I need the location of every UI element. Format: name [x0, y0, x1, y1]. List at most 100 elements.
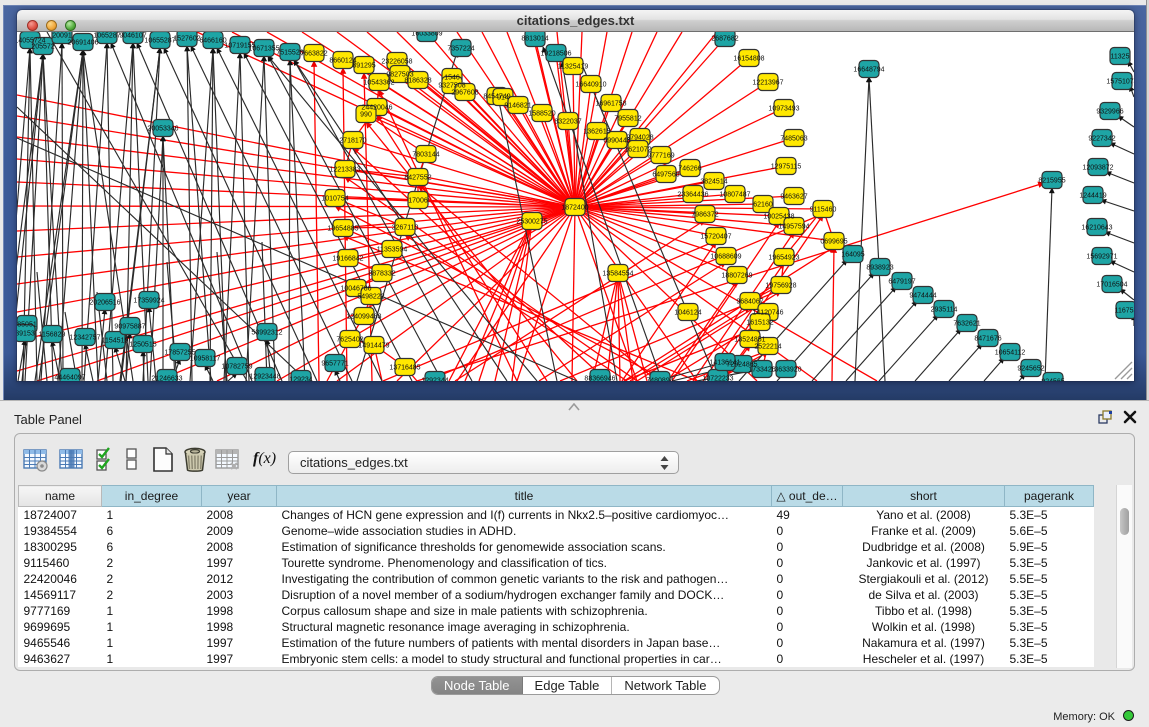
svg-text:12342757: 12342757 — [69, 335, 100, 342]
svg-text:891295: 891295 — [352, 63, 375, 70]
svg-text:914: 914 — [497, 95, 509, 102]
svg-text:2935114: 2935114 — [931, 307, 958, 314]
svg-text:8878332: 8878332 — [368, 271, 395, 278]
svg-text:20206516: 20206516 — [89, 300, 120, 307]
svg-text:6466160: 6466160 — [199, 38, 226, 45]
svg-text:990: 990 — [360, 112, 372, 119]
svg-text:10654112: 10654112 — [995, 350, 1026, 357]
svg-text:14136141: 14136141 — [709, 360, 740, 367]
svg-text:16640910: 16640910 — [575, 82, 606, 89]
svg-text:1546: 1546 — [444, 75, 460, 82]
svg-text:9327508: 9327508 — [438, 83, 465, 90]
svg-text:8215955: 8215955 — [1038, 178, 1065, 185]
svg-text:16210643: 16210643 — [1081, 225, 1112, 232]
svg-text:12923448: 12923448 — [249, 374, 280, 381]
svg-text:1733426: 1733426 — [748, 367, 775, 374]
svg-text:85051: 85051 — [17, 322, 37, 329]
svg-text:1362615: 1362615 — [583, 129, 610, 136]
svg-text:16961758: 16961758 — [595, 101, 626, 108]
svg-text:90975887: 90975887 — [114, 324, 145, 331]
svg-text:1010754: 1010754 — [321, 196, 348, 203]
svg-text:16648794: 16648794 — [853, 67, 884, 74]
svg-text:1154519: 1154519 — [102, 338, 129, 345]
svg-text:9657771: 9657771 — [321, 361, 348, 368]
svg-text:9474444: 9474444 — [909, 293, 936, 300]
svg-text:8322037: 8322037 — [554, 119, 581, 126]
svg-text:10807487: 10807487 — [719, 192, 750, 199]
svg-text:15751074: 15751074 — [1106, 79, 1134, 86]
svg-text:17016504: 17016504 — [1096, 282, 1127, 289]
svg-text:3824514: 3824514 — [700, 179, 727, 186]
svg-text:9146821: 9146821 — [504, 103, 531, 110]
svg-text:16033809: 16033809 — [411, 32, 442, 38]
svg-text:5498222: 5498222 — [357, 294, 384, 301]
svg-text:9227342: 9227342 — [1088, 136, 1115, 143]
svg-text:19756928: 19756928 — [765, 283, 796, 290]
svg-text:1065287: 1065287 — [93, 33, 120, 40]
svg-text:15720407: 15720407 — [700, 234, 731, 241]
svg-text:11353594: 11353594 — [377, 247, 408, 254]
svg-text:19654923: 19654923 — [768, 255, 799, 262]
svg-text:19166842: 19166842 — [332, 256, 363, 263]
svg-text:17006: 17006 — [408, 198, 428, 205]
svg-text:0699695: 0699695 — [820, 239, 847, 246]
svg-text:1046124: 1046124 — [674, 310, 701, 317]
svg-text:116753: 116753 — [1115, 308, 1134, 315]
svg-text:7480894: 7480894 — [646, 378, 673, 382]
svg-text:17359924: 17359924 — [133, 298, 164, 305]
svg-text:44464097: 44464097 — [54, 375, 85, 382]
svg-text:164095: 164095 — [841, 252, 864, 259]
svg-text:124099483: 124099483 — [346, 314, 381, 321]
svg-text:13524851: 13524851 — [734, 337, 765, 344]
svg-text:9794028: 9794028 — [626, 135, 653, 142]
svg-text:62160: 62160 — [753, 202, 773, 209]
svg-text:6497568: 6497568 — [652, 172, 679, 179]
svg-text:129234: 129234 — [289, 377, 312, 382]
svg-text:16154808: 16154808 — [733, 56, 764, 63]
svg-text:2967608: 2967608 — [451, 90, 478, 97]
svg-text:14120746: 14120746 — [752, 310, 783, 317]
svg-text:20053346: 20053346 — [147, 126, 178, 133]
svg-text:10958117: 10958117 — [190, 356, 221, 363]
svg-text:18807269: 18807269 — [721, 273, 752, 280]
svg-text:23364436: 23364436 — [677, 192, 708, 199]
svg-text:19654885: 19654885 — [327, 226, 358, 233]
svg-text:12093872: 12093872 — [1082, 165, 1113, 172]
svg-text:10722233: 10722233 — [702, 376, 733, 382]
svg-text:3267110: 3267110 — [392, 225, 419, 232]
svg-text:2687682: 2687682 — [711, 36, 738, 43]
svg-text:9777169: 9777169 — [647, 153, 674, 160]
svg-text:1244419: 1244419 — [1079, 193, 1106, 200]
svg-text:7986372: 7986372 — [691, 212, 718, 219]
svg-text:12213967: 12213967 — [752, 80, 783, 87]
svg-text:1872400: 1872400 — [561, 205, 588, 212]
svg-text:10973493: 10973493 — [768, 106, 799, 113]
svg-text:10782759: 10782759 — [221, 364, 252, 371]
svg-text:23226058: 23226058 — [381, 59, 412, 66]
svg-text:1527602: 1527602 — [173, 36, 200, 43]
svg-text:11325: 11325 — [1111, 54, 1130, 61]
svg-text:21246633: 21246633 — [151, 376, 182, 382]
svg-text:7357224: 7357224 — [447, 46, 474, 53]
svg-text:10543362: 10543362 — [363, 80, 394, 87]
svg-text:9684067: 9684067 — [736, 299, 763, 306]
svg-text:24420046: 24420046 — [361, 105, 392, 112]
svg-text:9329966: 9329966 — [1096, 109, 1123, 116]
svg-text:19218506: 19218506 — [540, 51, 571, 58]
svg-text:53992312: 53992312 — [251, 330, 282, 337]
svg-text:39153: 39153 — [17, 331, 35, 338]
svg-text:7632621: 7632621 — [953, 321, 980, 328]
svg-text:2522214: 2522214 — [754, 344, 781, 351]
svg-text:1250515: 1250515 — [129, 342, 156, 349]
svg-text:205572: 205572 — [31, 44, 54, 51]
svg-text:20091: 20091 — [52, 33, 72, 40]
svg-text:1588520: 1588520 — [528, 111, 555, 118]
svg-text:9245652: 9245652 — [1017, 366, 1044, 373]
svg-text:7955812: 7955812 — [614, 116, 641, 123]
svg-text:9115460: 9115460 — [810, 207, 837, 214]
svg-text:14957594: 14957594 — [778, 224, 809, 231]
svg-text:12213383: 12213383 — [329, 167, 360, 174]
svg-text:10688609: 10688609 — [710, 254, 741, 261]
svg-text:10025438: 10025438 — [763, 214, 794, 221]
svg-text:13716485: 13716485 — [389, 365, 420, 372]
